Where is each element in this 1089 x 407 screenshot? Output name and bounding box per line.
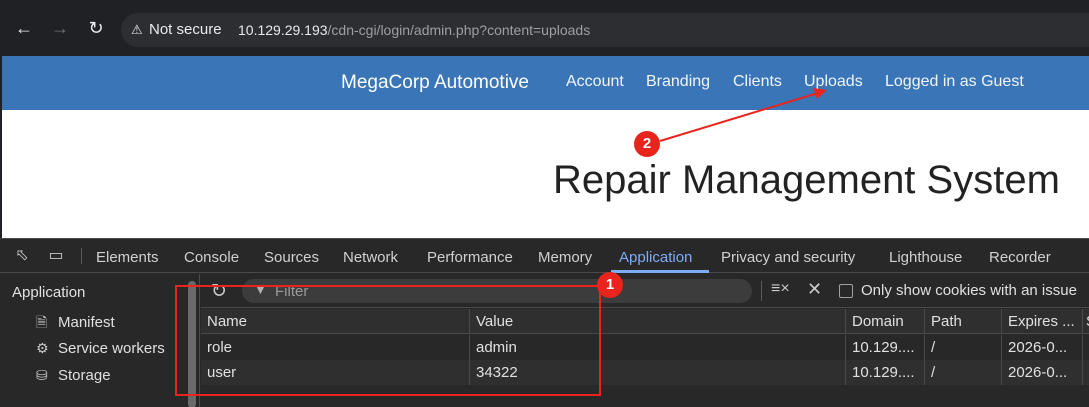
close-icon[interactable]: ✕	[807, 279, 822, 300]
sidebar-heading[interactable]: Application	[12, 284, 85, 301]
database-icon: ⛁	[36, 367, 48, 383]
sidebar-item-label: Service workers	[58, 340, 165, 357]
forward-icon[interactable]: →	[48, 16, 72, 40]
tab-network[interactable]: Network	[343, 249, 398, 266]
site-brand[interactable]: MegaCorp Automotive	[341, 72, 529, 94]
nav-clients[interactable]: Clients	[733, 73, 782, 91]
nav-uploads[interactable]: Uploads	[804, 73, 863, 91]
url-host: 10.129.29.193	[238, 22, 328, 38]
col-expires[interactable]: Expires ...	[1001, 309, 1082, 334]
web-page: MegaCorp Automotive Account Branding Cli…	[2, 56, 1089, 238]
sidebar-item-label: Manifest	[58, 314, 115, 331]
address-bar[interactable]: ⚠ Not secure 10.129.29.193/cdn-cgi/login/…	[121, 13, 1089, 47]
cookie-expires[interactable]: 2026-0...	[1001, 335, 1082, 360]
cookie-size[interactable]	[1082, 335, 1089, 360]
filter-separator	[761, 281, 762, 301]
tab-performance[interactable]: Performance	[427, 249, 513, 266]
only-issue-checkbox[interactable]	[839, 284, 853, 298]
nav-branding[interactable]: Branding	[646, 73, 710, 91]
security-indicator[interactable]: ⚠ Not secure	[131, 21, 222, 38]
sidebar-item-manifest[interactable]: 🗎 Manifest	[36, 312, 115, 336]
page-title: Repair Management System	[553, 158, 1060, 202]
annotation-box	[175, 285, 601, 396]
tab-privacy[interactable]: Privacy and security	[721, 249, 855, 266]
security-label: Not secure	[149, 21, 222, 38]
tab-application[interactable]: Application	[619, 249, 692, 266]
tab-sources[interactable]: Sources	[264, 249, 319, 266]
annotation-badge-2: 2	[634, 131, 660, 157]
tab-recorder[interactable]: Recorder	[989, 249, 1051, 266]
cookie-domain[interactable]: 10.129....	[845, 335, 924, 360]
file-icon: 🗎	[36, 314, 48, 330]
only-issue-label: Only show cookies with an issue	[861, 282, 1077, 299]
cookie-domain[interactable]: 10.129....	[845, 360, 924, 385]
active-tab-indicator	[611, 270, 709, 273]
cookie-expires[interactable]: 2026-0...	[1001, 360, 1082, 385]
gear-icon: ⚙	[36, 340, 49, 356]
tab-console[interactable]: Console	[184, 249, 239, 266]
col-path[interactable]: Path	[924, 309, 1001, 334]
sidebar-item-storage[interactable]: ⛁ Storage	[36, 367, 111, 384]
device-toggle-icon[interactable]: ▭	[46, 247, 66, 265]
nav-account[interactable]: Account	[566, 73, 624, 91]
warning-icon: ⚠	[131, 22, 143, 37]
cookie-size[interactable]	[1082, 360, 1089, 385]
clear-filter-icon[interactable]: ≡×	[771, 280, 790, 298]
tab-elements[interactable]: Elements	[96, 249, 159, 266]
tab-separator	[81, 248, 82, 264]
site-navbar: MegaCorp Automotive Account Branding Cli…	[2, 56, 1089, 110]
inspect-icon[interactable]: ⬁	[12, 247, 32, 265]
application-sidebar: Application 🗎 Manifest ⚙ Service workers ⛁…	[0, 274, 187, 407]
col-domain[interactable]: Domain	[845, 309, 924, 334]
cookie-path[interactable]: /	[924, 335, 1001, 360]
back-icon[interactable]: ←	[12, 16, 36, 40]
col-size[interactable]: S	[1082, 309, 1089, 334]
devtools-tabbar: ⬁ ▭ Elements Console Sources Network Per…	[0, 239, 1089, 273]
url-text[interactable]: 10.129.29.193/cdn-cgi/login/admin.php?co…	[238, 22, 590, 38]
url-path: /cdn-cgi/login/admin.php?content=uploads	[327, 22, 591, 38]
reload-icon[interactable]: ↻	[84, 16, 108, 40]
tab-lighthouse[interactable]: Lighthouse	[889, 249, 962, 266]
nav-logged-in[interactable]: Logged in as Guest	[885, 73, 1024, 91]
sidebar-item-label: Storage	[58, 367, 111, 384]
tab-memory[interactable]: Memory	[538, 249, 592, 266]
cookie-path[interactable]: /	[924, 360, 1001, 385]
sidebar-item-service-workers[interactable]: ⚙ Service workers	[36, 340, 165, 357]
browser-toolbar: ← → ↻ ⚠ Not secure 10.129.29.193/cdn-cgi/…	[0, 0, 1089, 56]
annotation-badge-1: 1	[597, 272, 623, 298]
